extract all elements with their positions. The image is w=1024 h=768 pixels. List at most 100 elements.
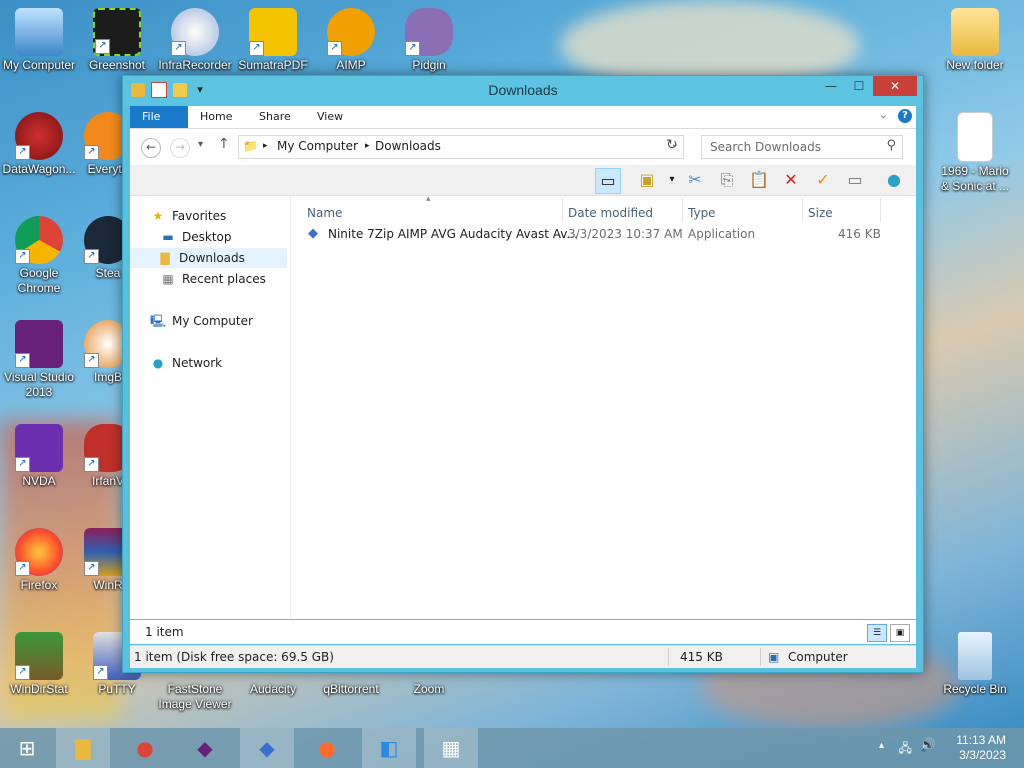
delete-button[interactable]: ✕ bbox=[779, 168, 803, 192]
paste-button[interactable]: 📋 bbox=[747, 168, 771, 192]
firefox-icon: ↗ bbox=[15, 528, 63, 576]
back-button[interactable]: ← bbox=[141, 138, 161, 158]
item-count-bar: 1 item ☰ ▣ bbox=[130, 620, 916, 644]
nav-my-computer[interactable]: 🖳 My Computer bbox=[150, 311, 253, 331]
taskbar-explorer[interactable]: ▇ bbox=[56, 728, 110, 768]
chevron-down-icon[interactable]: ▾ bbox=[660, 168, 684, 192]
column-type[interactable]: Type bbox=[688, 203, 716, 223]
recent-locations-dropdown[interactable]: ▾ bbox=[198, 139, 203, 150]
desktop-icon-sumatrapdf[interactable]: ↗ SumatraPDF bbox=[234, 8, 312, 73]
properties-button[interactable]: ▣ bbox=[635, 168, 659, 192]
volume-icon[interactable]: 🔊 bbox=[920, 738, 936, 753]
desktop-icon-aimp[interactable]: ↗ AIMP bbox=[312, 8, 390, 73]
desktop-icon-nvda[interactable]: ↗ NVDA bbox=[0, 424, 78, 489]
preview-pane-button[interactable]: ▭ bbox=[595, 168, 621, 194]
taskbar-ninite[interactable]: ◆ bbox=[240, 728, 294, 768]
chrome-icon: ↗ bbox=[15, 216, 63, 264]
start-button[interactable]: ⊞ bbox=[0, 728, 54, 768]
title-bar[interactable]: ▾ Downloads — ☐ ✕ bbox=[123, 76, 923, 106]
desktop-icon-recycle-bin[interactable]: Recycle Bin bbox=[936, 632, 1014, 697]
nav-downloads[interactable]: ▇ Downloads bbox=[130, 248, 287, 268]
clock-date: 3/3/2023 bbox=[959, 748, 1006, 762]
refresh-button[interactable]: ↻ bbox=[666, 137, 678, 153]
star-icon: ★ bbox=[152, 209, 164, 223]
window-title: Downloads bbox=[488, 82, 558, 98]
recycle-bin-icon bbox=[958, 632, 992, 680]
desktop-icon-mario-sonic[interactable]: 1969 - Mario & Sonic at ... bbox=[936, 112, 1014, 194]
taskbar-vscode[interactable]: ◧ bbox=[362, 728, 416, 768]
chevron-right-icon[interactable]: ▸ bbox=[365, 141, 370, 151]
column-date-modified[interactable]: Date modified bbox=[568, 203, 653, 223]
status-divider bbox=[760, 648, 761, 666]
explorer-window: ▾ Downloads — ☐ ✕ File Home Share View ⌄… bbox=[122, 75, 924, 673]
folder-icon bbox=[951, 8, 999, 56]
aimp-icon: ↗ bbox=[327, 8, 375, 56]
nav-desktop[interactable]: ▬ Desktop bbox=[160, 227, 231, 247]
nav-recent-places[interactable]: ▦ Recent places bbox=[160, 269, 266, 289]
file-row[interactable]: ◆ Ninite 7Zip AIMP AVG Audacity Avast Av… bbox=[300, 223, 900, 245]
large-icons-view-button[interactable]: ▣ bbox=[890, 624, 910, 642]
column-divider bbox=[802, 198, 803, 222]
forward-button[interactable]: → bbox=[170, 138, 190, 158]
column-divider bbox=[562, 198, 563, 222]
taskbar-firefox[interactable]: ● bbox=[300, 728, 354, 768]
cut-button[interactable]: ✂ bbox=[683, 168, 707, 192]
taskbar-visual-studio[interactable]: ◆ bbox=[178, 728, 232, 768]
tab-home[interactable]: Home bbox=[188, 106, 244, 128]
desktop-icon-infrarecorder[interactable]: ↗ InfraRecorder bbox=[156, 8, 234, 73]
tab-file[interactable]: File bbox=[130, 106, 188, 128]
desktop-icon-my-computer[interactable]: My Computer bbox=[0, 8, 78, 73]
taskbar-chrome[interactable]: ● bbox=[118, 728, 172, 768]
greenshot-icon: ↗ bbox=[93, 8, 141, 56]
computer-icon: ▣ bbox=[768, 650, 780, 664]
datawagon-icon: ↗ bbox=[15, 112, 63, 160]
select-button[interactable]: ▭ bbox=[843, 168, 867, 192]
downloads-folder-icon: ▇ bbox=[160, 251, 170, 265]
globe-icon[interactable]: ● bbox=[882, 168, 906, 192]
copy-button[interactable]: ⎘ bbox=[715, 168, 739, 192]
file-date: 3/3/2023 10:37 AM bbox=[568, 227, 683, 241]
nvda-icon: ↗ bbox=[15, 424, 63, 472]
column-size[interactable]: Size bbox=[808, 203, 833, 223]
network-icon: ● bbox=[152, 356, 164, 370]
network-status-icon[interactable]: 🖧 bbox=[899, 739, 912, 760]
tab-view[interactable]: View bbox=[305, 106, 355, 128]
taskbar-app[interactable]: ▦ bbox=[424, 728, 478, 768]
desktop-icon-datawagon[interactable]: ↗ DataWagon... bbox=[0, 112, 78, 177]
chevron-right-icon[interactable]: ▸ bbox=[263, 141, 268, 151]
desktop-icon-windirstat[interactable]: ↗ WinDirStat bbox=[0, 632, 78, 697]
nav-network[interactable]: ● Network bbox=[150, 353, 222, 373]
address-bar[interactable]: 📁 ▸ My Computer ▸ Downloads ⌄ bbox=[238, 135, 684, 159]
desktop-icon: ▬ bbox=[162, 230, 174, 244]
nav-favorites[interactable]: ★ Favorites bbox=[150, 206, 227, 226]
close-button[interactable]: ✕ bbox=[873, 76, 917, 96]
tab-share[interactable]: Share bbox=[247, 106, 303, 128]
desktop-icon-chrome[interactable]: ↗ Google Chrome bbox=[0, 216, 78, 296]
column-divider bbox=[880, 198, 881, 222]
desktop-icon-pidgin[interactable]: ↗ Pidgin bbox=[390, 8, 468, 73]
taskbar: ⊞ ▇ ● ◆ ◆ ● ◧ ▦ ▴ 🖧 🔊 11:13 AM 3/3/2023 bbox=[0, 728, 1024, 768]
file-icon bbox=[957, 112, 993, 162]
help-icon[interactable]: ? bbox=[898, 109, 912, 123]
minimize-button[interactable]: — bbox=[817, 76, 845, 96]
ninite-app-icon: ◆ bbox=[308, 226, 318, 241]
maximize-button[interactable]: ☐ bbox=[845, 76, 873, 96]
breadcrumb-my-computer[interactable]: My Computer bbox=[277, 139, 358, 153]
desktop-icon-visual-studio[interactable]: ↗ Visual Studio 2013 bbox=[0, 320, 78, 400]
desktop-icon-new-folder[interactable]: New folder bbox=[936, 8, 1014, 73]
breadcrumb-downloads[interactable]: Downloads bbox=[375, 139, 441, 153]
search-input[interactable]: Search Downloads ⚲ bbox=[701, 135, 903, 159]
expand-ribbon-icon[interactable]: ⌄ bbox=[879, 108, 888, 121]
details-view-button[interactable]: ☰ bbox=[867, 624, 887, 642]
desktop-icon-firefox[interactable]: ↗ Firefox bbox=[0, 528, 78, 593]
status-size: 415 KB bbox=[680, 650, 723, 664]
up-button[interactable]: ↑ bbox=[218, 136, 230, 152]
visual-studio-icon: ↗ bbox=[15, 320, 63, 368]
show-hidden-icons-chevron[interactable]: ▴ bbox=[879, 740, 884, 751]
desktop-icon-greenshot[interactable]: ↗ Greenshot bbox=[78, 8, 156, 73]
item-count: 1 item bbox=[145, 625, 184, 639]
clock-time: 11:13 AM bbox=[956, 733, 1006, 747]
column-name[interactable]: Name bbox=[307, 203, 342, 223]
rename-button[interactable]: ✓ bbox=[811, 168, 835, 192]
clock[interactable]: 11:13 AM 3/3/2023 bbox=[956, 733, 1006, 763]
